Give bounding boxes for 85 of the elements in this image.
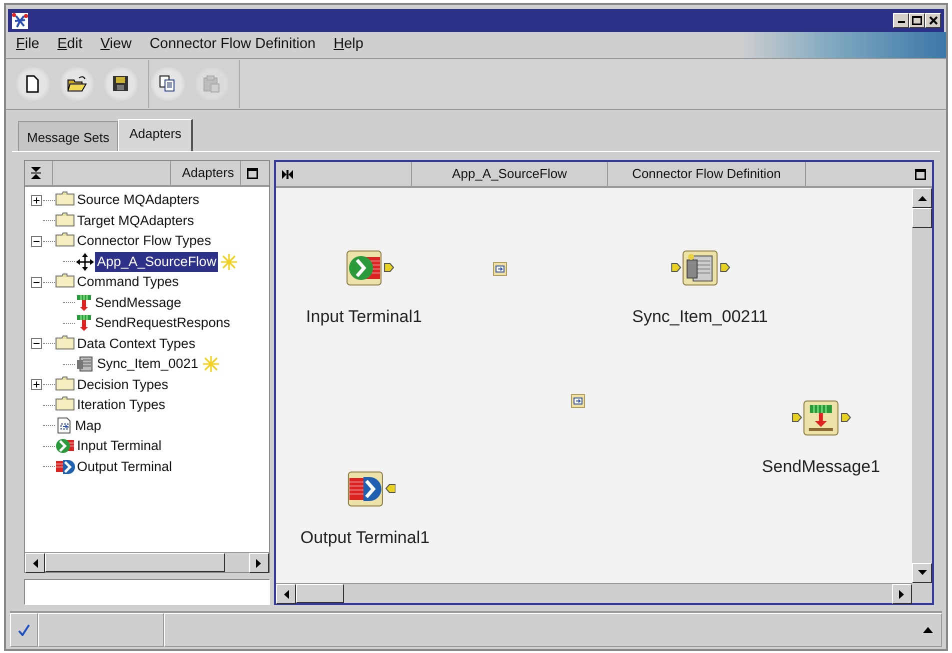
open-folder-icon [67,74,87,94]
maximize-icon[interactable] [915,168,926,180]
minimize-icon [898,21,904,23]
menu-item[interactable]: File [12,34,44,56]
map-node-icon[interactable] [571,394,585,408]
checkmark-icon [18,624,30,636]
menu-item[interactable]: View [96,34,136,56]
expand-arrow-icon[interactable] [923,627,933,633]
new-file-button[interactable] [16,67,50,101]
menu-item[interactable]: Connector Flow Definition [146,34,320,56]
floppy-disk-button[interactable] [104,67,138,101]
port-icon[interactable] [671,263,681,272]
down-arrow-icon [918,570,926,576]
output-terminal-icon[interactable] [347,471,383,507]
command-icon [75,313,93,334]
collapse-toggle[interactable] [31,338,42,350]
scroll-up-button[interactable] [912,188,932,208]
app-icon [11,12,29,30]
tree-item[interactable]: Sync_Item_0021 [95,354,200,374]
port-icon[interactable] [720,263,730,272]
map-node-icon[interactable] [493,262,507,276]
input-terminal-icon[interactable] [346,250,382,286]
close-button[interactable] [925,13,941,28]
port-icon[interactable] [792,413,802,422]
copy-button[interactable] [151,67,185,101]
crosshair-arrows-icon [75,252,95,272]
tree-item[interactable]: Connector Flow Types [75,231,214,252]
scroll-left-button[interactable] [276,584,296,604]
scroll-left-button[interactable] [25,553,45,573]
scroll-right-button[interactable] [892,584,912,604]
port-icon[interactable] [841,413,851,422]
text-field[interactable] [24,579,270,605]
scroll-thumb[interactable] [912,208,932,228]
tree-item[interactable]: App_A_SourceFlow [95,252,218,272]
open-folder-button[interactable] [60,67,94,101]
collapse-icon[interactable] [31,167,41,179]
collapse-toggle[interactable] [31,276,42,288]
node-label[interactable]: Sync_Item_00211 [632,304,768,330]
scroll-thumb[interactable] [45,553,225,572]
scroll-right-button[interactable] [249,553,269,573]
node-label[interactable]: Output Terminal1 [300,525,430,550]
tree-item[interactable]: Decision Types [75,374,170,395]
tab[interactable]: Message Sets [18,120,118,151]
tree-item[interactable]: SendRequestRespons [93,313,232,334]
tree-item[interactable]: Command Types [75,272,181,292]
paste-icon [202,74,222,94]
tree-item[interactable]: SendMessage [93,292,184,313]
right-arrow-icon [899,590,905,598]
scroll-thumb[interactable] [296,584,344,603]
panel-title: Adapters [182,164,234,182]
command-icon [75,292,93,313]
tree-item[interactable]: Map [73,416,104,436]
split-icon[interactable] [282,170,293,178]
server-icon [75,354,95,374]
tree-item[interactable]: Output Terminal [75,456,174,477]
node-label[interactable]: SendMessage1 [762,454,880,480]
minimize-button[interactable] [893,13,909,28]
collapse-toggle[interactable] [31,236,42,247]
close-icon [928,16,938,25]
editor-title: App_A_SourceFlow [452,165,567,184]
maximize-icon [912,16,922,25]
maximize-icon[interactable] [247,168,258,178]
expand-toggle[interactable] [31,379,42,390]
menu-item[interactable]: Help [330,34,368,56]
up-arrow-icon [918,195,926,201]
tree-item[interactable]: Input Terminal [75,436,164,456]
right-arrow-icon [256,558,262,568]
menu-item[interactable]: Edit [53,34,86,56]
expand-toggle[interactable] [31,194,42,206]
left-arrow-icon [283,590,289,598]
tree-item[interactable]: Data Context Types [75,334,198,354]
left-arrow-icon [32,558,38,568]
tree-item[interactable]: Target MQAdapters [75,210,196,231]
port-icon[interactable] [384,263,394,272]
tree-item[interactable]: Source MQAdapters [75,190,202,210]
editor-subtitle: Connector Flow Definition [632,165,781,184]
tree-item[interactable]: Iteration Types [75,395,168,416]
scroll-down-button[interactable] [912,563,932,583]
node-label[interactable]: Input Terminal1 [306,304,422,330]
tab[interactable]: Adapters [118,118,194,151]
port-icon[interactable] [385,484,395,493]
map-icon [55,416,73,436]
server-icon[interactable] [682,250,718,286]
command-icon[interactable] [803,400,839,436]
maximize-button[interactable] [909,13,925,28]
